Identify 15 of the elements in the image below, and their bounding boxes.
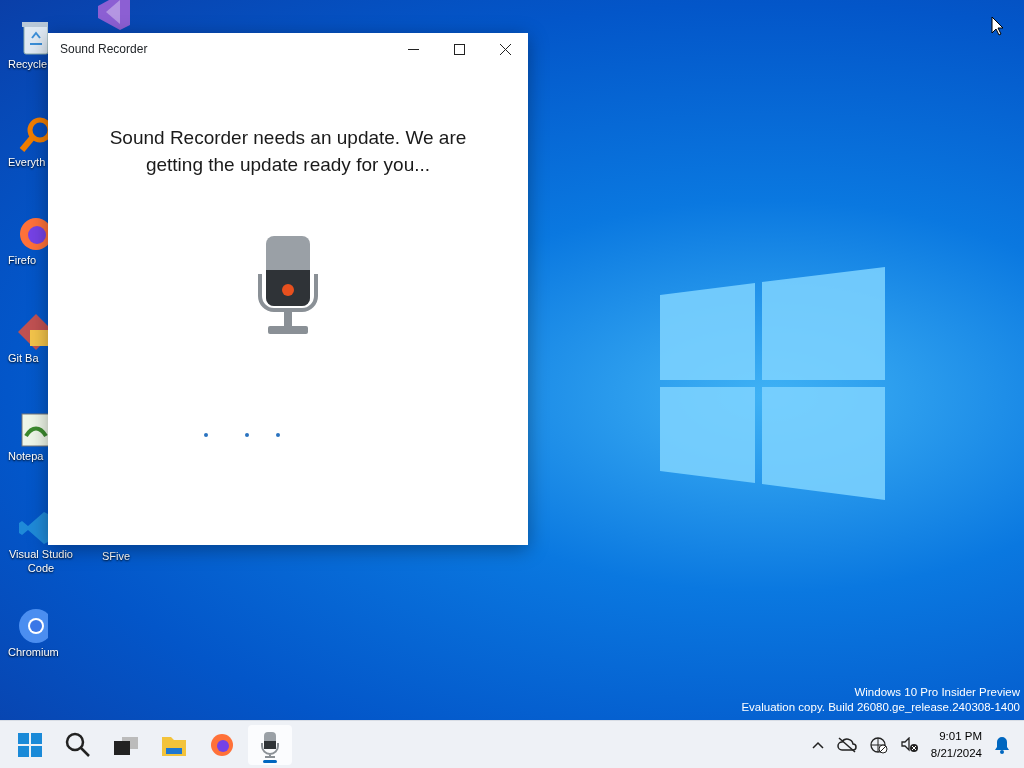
time-text: 9:01 PM	[938, 729, 982, 745]
window-title: Sound Recorder	[59, 41, 149, 58]
desktop-icon-label[interactable]: Recycle	[8, 58, 48, 72]
date-text: 8/21/2024	[930, 745, 982, 761]
desktop-icon-label[interactable]: SFive	[102, 550, 131, 564]
desktop-icon-label[interactable]: Visual Studio Code	[2, 548, 80, 576]
desktop-icon-label[interactable]: Firefo	[8, 254, 37, 268]
desktop-icon-label[interactable]: Notepa	[8, 450, 44, 464]
desktop-icon-label[interactable]: Chromium	[8, 646, 59, 660]
evaluation-notice-text: Evaluation copy. Build 26080.ge_release.240308-1400	[741, 700, 1020, 716]
evaluation-notice-text: Windows 10 Pro Insider Preview	[853, 684, 1020, 700]
update-message: Sound Recorder needs an update. We are getting the update ready for you...	[108, 126, 468, 177]
clock[interactable]: 9:01 PM 8/21/2024	[924, 728, 988, 761]
desktop-icon-label[interactable]: Git Ba	[8, 352, 39, 366]
desktop-icon-label[interactable]: Everyth	[8, 156, 46, 170]
